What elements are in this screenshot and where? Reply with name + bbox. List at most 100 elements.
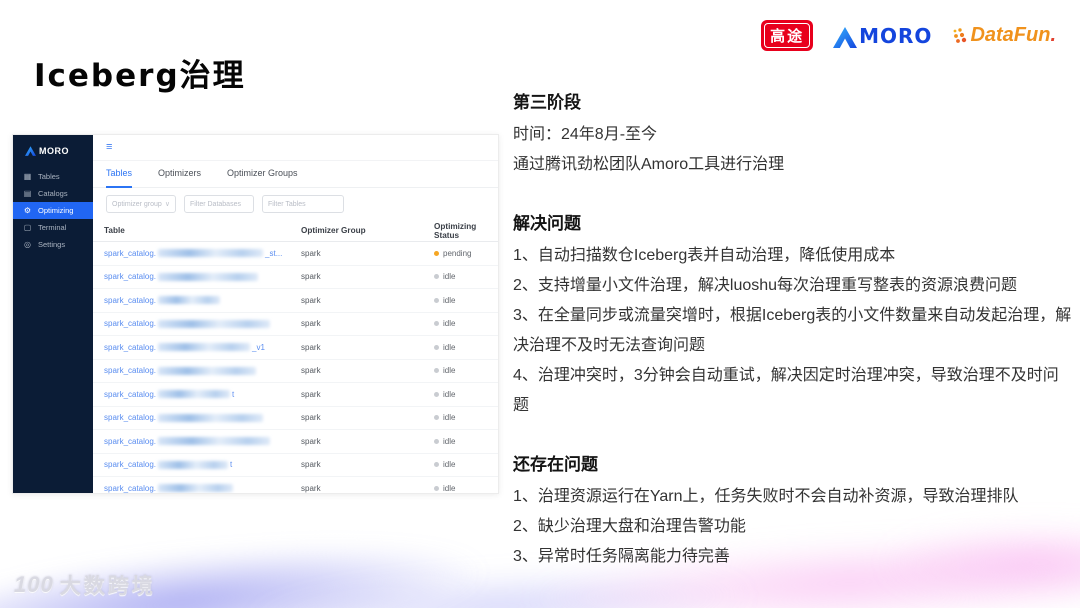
redacted-text [158, 390, 231, 399]
sidebar-item-tables[interactable]: ▦ Tables [13, 168, 93, 185]
column-header-optimizer-group[interactable]: Optimizer Group [301, 226, 434, 235]
status-dot-icon [434, 391, 439, 397]
sidebar-item-settings[interactable]: ◎ Settings [13, 236, 93, 253]
optimizer-group-cell: spark [301, 319, 321, 329]
status-label: idle [443, 436, 456, 446]
table-header: Table Optimizer Group Optimizing Status [93, 220, 498, 242]
table-link[interactable]: spark_catalog. t [104, 390, 301, 399]
table-row[interactable]: spark_catalog. _v1 spark idle [93, 336, 498, 360]
table-row[interactable]: spark_catalog. spark idle [93, 289, 498, 313]
watermark-text: 大数跨境 [59, 575, 156, 598]
status-cell: pending [434, 249, 498, 258]
optimizer-group-cell: spark [301, 483, 321, 493]
column-header-table[interactable]: Table [104, 226, 301, 235]
datafun-dots-icon [954, 27, 967, 43]
redacted-text [158, 484, 234, 493]
redacted-text [158, 460, 229, 469]
table-link[interactable]: spark_catalog. [104, 319, 301, 328]
table-name-prefix: spark_catalog. [104, 483, 157, 493]
status-label: idle [443, 389, 456, 399]
watermark-100-icon: 100 [14, 572, 54, 597]
status-label: idle [443, 342, 456, 352]
section-heading: 还存在问题 [513, 455, 598, 474]
filter-databases-input[interactable]: Filter Databases [184, 195, 254, 213]
collapse-menu-icon[interactable]: ≡ [93, 135, 498, 161]
amoro-logo-text: MORO [859, 23, 933, 48]
table-name-prefix: spark_catalog. [104, 436, 157, 446]
table-row[interactable]: spark_catalog. spark idle [93, 313, 498, 336]
status-dot-icon [434, 344, 439, 350]
filter-tables-input[interactable]: Filter Tables [262, 195, 344, 213]
table-link[interactable]: spark_catalog. [104, 296, 301, 305]
section-lines: 1、自动扫描数仓Iceberg表并自动治理，降低使用成本 2、支持增量小文件治理，… [513, 241, 1073, 421]
optimizer-group-cell: spark [301, 272, 321, 282]
table-row[interactable]: spark_catalog. t spark idle [93, 383, 498, 407]
table-row[interactable]: spark_catalog. _st... spark pending [93, 242, 498, 266]
table-row[interactable]: spark_catalog. spark idle [93, 266, 498, 289]
status-cell: idle [434, 272, 498, 281]
optimizer-group-cell: spark [301, 389, 321, 399]
tab-optimizer-groups[interactable]: Optimizer Groups [227, 160, 298, 188]
redacted-text [158, 366, 257, 375]
table-row[interactable]: spark_catalog. spark idle [93, 477, 498, 493]
table-row[interactable]: spark_catalog. spark idle [93, 430, 498, 454]
optimizer-group-cell: spark [301, 436, 321, 446]
table-row[interactable]: spark_catalog. t spark idle [93, 454, 498, 477]
table-link[interactable]: spark_catalog. [104, 484, 301, 493]
gear-icon: ⚙ [23, 206, 32, 215]
status-dot-icon [434, 485, 439, 491]
sidebar-item-catalogs[interactable]: ▤ Catalogs [13, 185, 93, 202]
table-name-suffix: t [230, 460, 233, 470]
header-logos: 高途 MORO DataFun. [761, 20, 1056, 51]
redacted-text [158, 249, 264, 258]
table-name-prefix: spark_catalog. [104, 295, 157, 305]
section-line: 4、治理冲突时，3分钟会自动重试，解决因定时治理冲突，导致治理不及时问题 [513, 367, 1059, 414]
status-label: idle [443, 460, 456, 470]
status-cell: idle [434, 484, 498, 493]
terminal-icon: ▢ [23, 223, 32, 232]
amoro-a-icon [25, 146, 36, 156]
tab-tables[interactable]: Tables [106, 160, 133, 188]
table-link[interactable]: spark_catalog. _st... [104, 249, 301, 258]
table-name-prefix: spark_catalog. [104, 319, 157, 329]
gaotu-logo: 高途 [761, 20, 814, 51]
section-line: 通过腾讯劲松团队Amoro工具进行治理 [513, 156, 785, 173]
content-section: 还存在问题 1、治理资源运行在Yarn上，任务失败时不会自动补资源，导致治理排队… [513, 450, 1073, 572]
column-header-optimizing-status[interactable]: Optimizing Status [434, 222, 498, 240]
table-link[interactable]: spark_catalog. _v1 [104, 343, 301, 352]
table-name-prefix: spark_catalog. [104, 389, 157, 399]
redacted-text [158, 272, 259, 281]
section-line: 时间：24年8月-至今 [513, 126, 658, 143]
table-link[interactable]: spark_catalog. [104, 413, 301, 422]
redacted-text [158, 413, 264, 422]
status-dot-icon [434, 274, 439, 280]
amoro-a-icon [833, 26, 858, 48]
section-heading: 解决问题 [513, 214, 581, 233]
table-row[interactable]: spark_catalog. spark idle [93, 407, 498, 430]
section-lines: 1、治理资源运行在Yarn上，任务失败时不会自动补资源，导致治理排队 2、缺少治理… [513, 482, 1073, 572]
sidebar-item-terminal[interactable]: ▢ Terminal [13, 219, 93, 236]
optimizer-group-cell: spark [301, 366, 321, 376]
table-name-prefix: spark_catalog. [104, 272, 157, 282]
table-row[interactable]: spark_catalog. spark idle [93, 360, 498, 383]
table-link[interactable]: spark_catalog. [104, 366, 301, 375]
section-line: 3、在全量同步或流量突增时，根据Iceberg表的小文件数量来自动发起治理，解决… [513, 307, 1072, 354]
status-label: idle [443, 319, 456, 329]
status-dot-icon [434, 297, 439, 303]
watermark: 100 大数跨境 [14, 570, 156, 600]
sidebar-item-optimizing[interactable]: ⚙ Optimizing [13, 202, 93, 219]
catalog-icon: ▤ [23, 189, 32, 198]
section-line: 2、缺少治理大盘和治理告警功能 [513, 518, 746, 535]
sidebar-item-label: Catalogs [38, 189, 68, 198]
optimizer-group-select[interactable]: Optimizer group ∨ [106, 195, 176, 213]
table-link[interactable]: spark_catalog. [104, 437, 301, 446]
tab-optimizers[interactable]: Optimizers [158, 160, 201, 188]
table-name-suffix: _v1 [252, 342, 265, 352]
status-cell: idle [434, 413, 498, 422]
table-link[interactable]: spark_catalog. t [104, 460, 301, 469]
chevron-down-icon: ∨ [164, 201, 170, 208]
status-dot-icon [434, 321, 439, 327]
table-link[interactable]: spark_catalog. [104, 272, 301, 281]
page-title: Iceberg治理 [34, 58, 246, 94]
content-panel: 第三阶段 时间：24年8月-至今 通过腾讯劲松团队Amoro工具进行治理 解决问题… [513, 88, 1073, 601]
